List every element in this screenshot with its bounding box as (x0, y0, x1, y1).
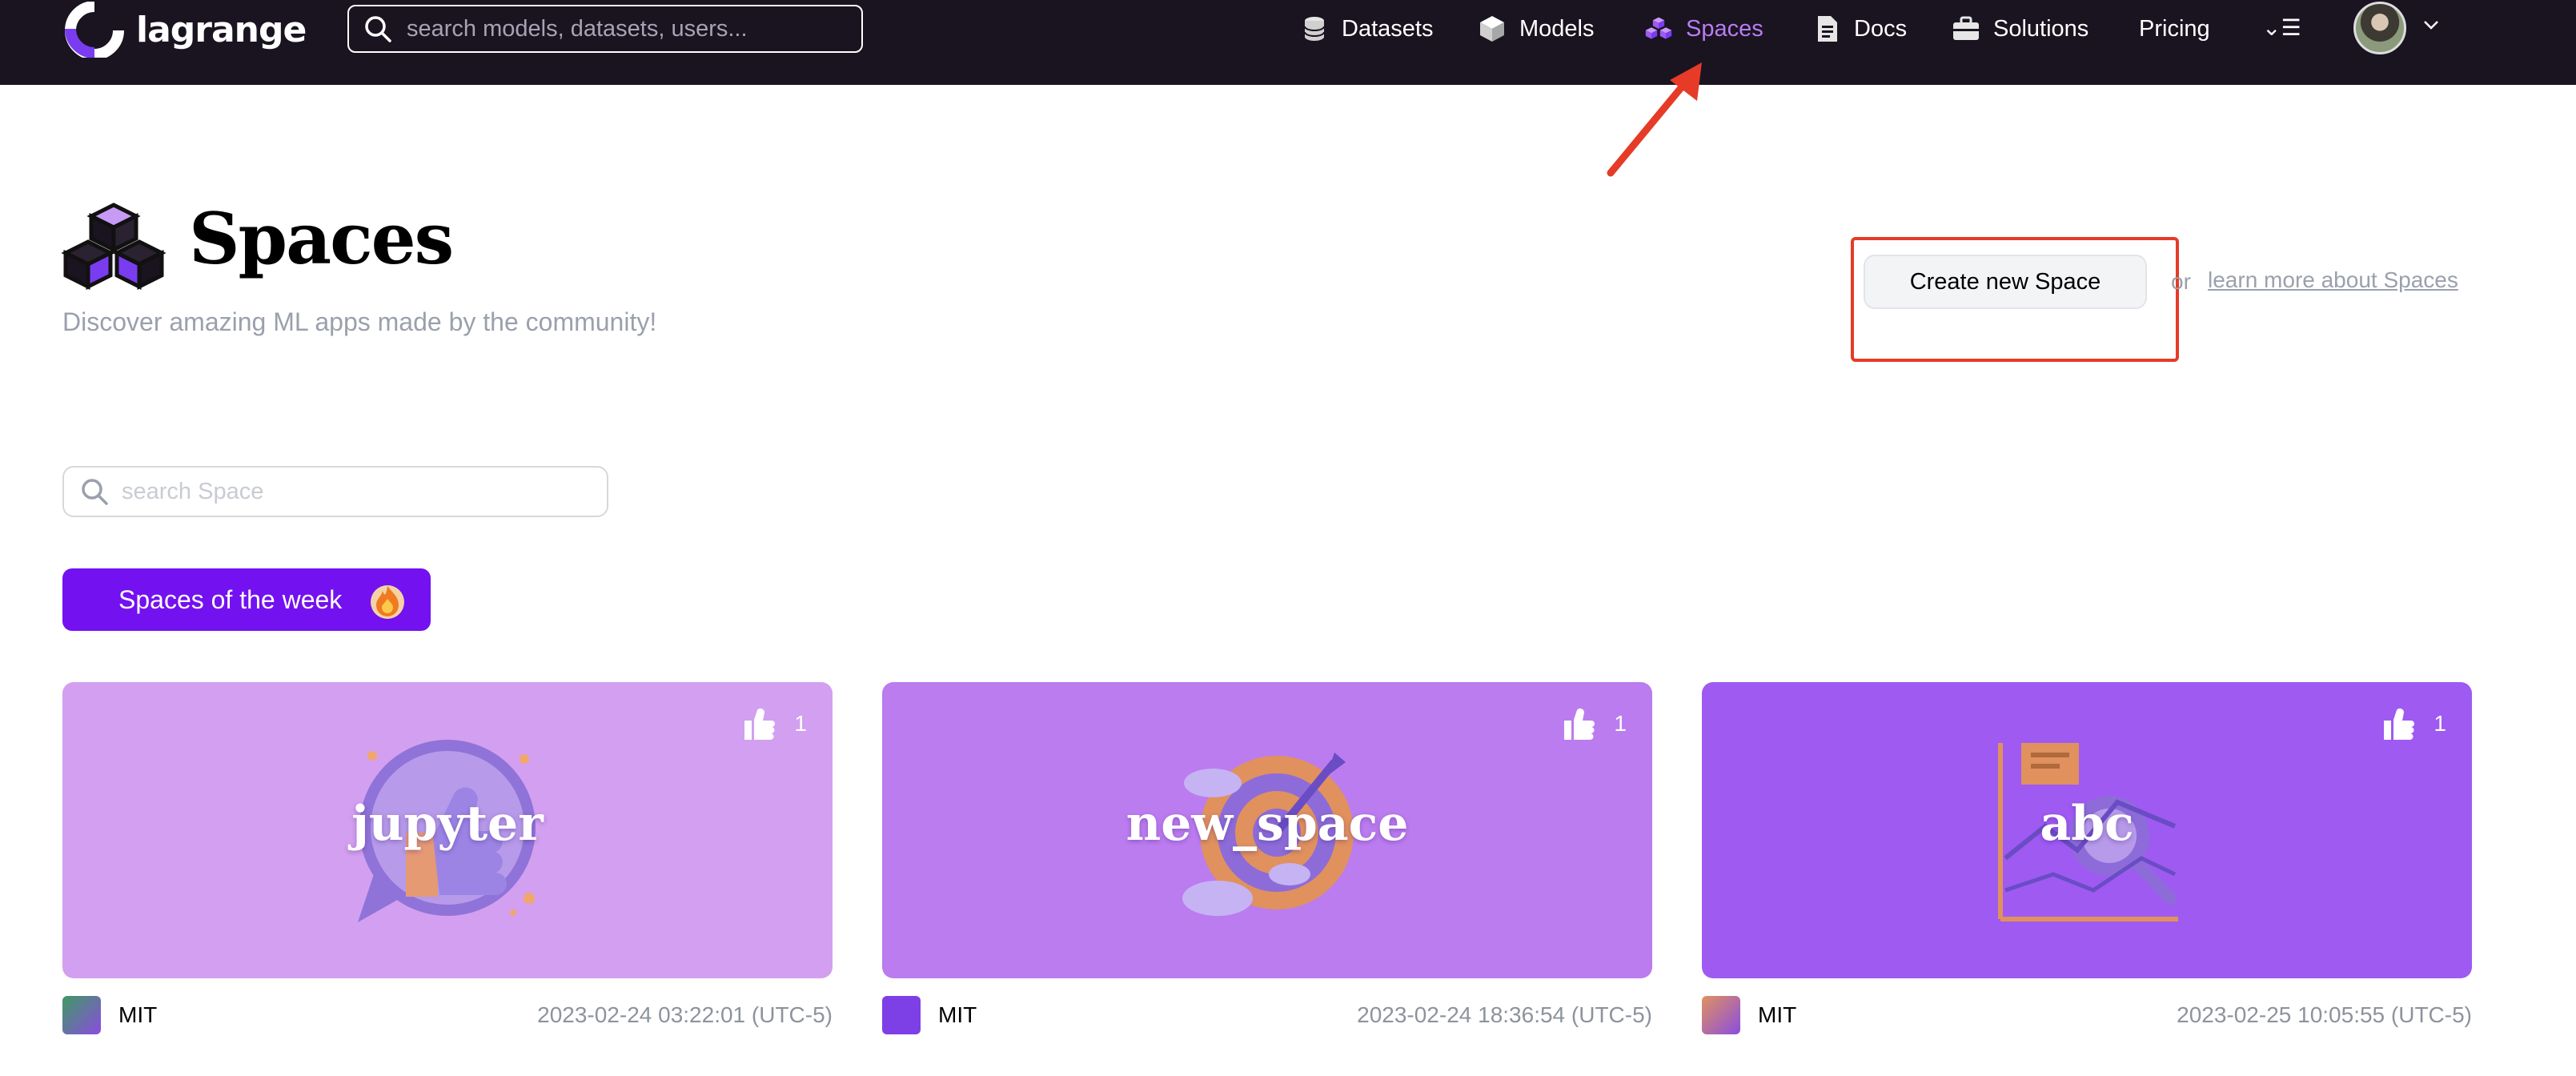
thumbs-up-icon (2384, 709, 2415, 741)
nav-docs[interactable]: Docs (1812, 13, 1907, 45)
license-label: MIT (1758, 1002, 1797, 1027)
create-new-space-button[interactable]: Create new Space (1864, 255, 2147, 309)
chevron-down-icon[interactable] (2422, 16, 2440, 34)
search-icon (365, 16, 391, 42)
space-search-input[interactable] (120, 477, 588, 506)
nav-models[interactable]: Models (1478, 13, 1595, 45)
nav-datasets-label: Datasets (1342, 15, 1434, 42)
like-count: 1 (2434, 711, 2446, 736)
space-card-abc[interactable]: 1 abc (1702, 682, 2472, 978)
spaces-of-the-week-label: Spaces of the week (118, 584, 343, 614)
like-count: 1 (1614, 711, 1627, 736)
spaces-icon (1645, 17, 1672, 39)
space-card-jupyter[interactable]: 1 jupyter (62, 682, 833, 978)
author-avatar (1702, 996, 1740, 1034)
brand-logo[interactable]: lagrange (62, 2, 307, 58)
page-title: Spaces (189, 197, 454, 280)
thumbs-up-icon (744, 709, 776, 741)
license-label: MIT (938, 1002, 977, 1027)
nav-spaces[interactable]: Spaces (1644, 13, 1763, 45)
brand-name: lagrange (136, 9, 307, 50)
more-menu-icon[interactable]: ⌄☰ (2262, 14, 2301, 41)
like-control[interactable]: 1 (743, 706, 807, 741)
space-card-title: new_space (1125, 796, 1409, 852)
nav-docs-label: Docs (1854, 15, 1908, 42)
annotation-arrow-icon (1607, 62, 1702, 177)
nav-solutions[interactable]: Solutions (1952, 13, 2088, 45)
spaces-of-the-week-button[interactable]: Spaces of the week (62, 568, 431, 631)
lagrange-logo-icon (65, 2, 124, 58)
briefcase-icon (1953, 16, 1979, 40)
page-subtitle: Discover amazing ML apps made by the com… (62, 307, 657, 336)
nav-models-label: Models (1519, 15, 1595, 42)
spaces-hero-icon (61, 203, 167, 290)
updated-date: 2023-02-24 03:22:01 (UTC-5) (537, 1002, 833, 1027)
space-search[interactable] (62, 466, 608, 517)
like-control[interactable]: 1 (1563, 706, 1627, 741)
cube-icon (1480, 16, 1504, 42)
nav-pricing[interactable]: Pricing (2139, 13, 2210, 45)
thumbs-up-icon (1564, 709, 1595, 741)
license-label: MIT (118, 1002, 158, 1027)
nav-datasets[interactable]: Datasets (1300, 13, 1433, 45)
user-avatar[interactable] (2353, 2, 2406, 54)
space-card-title: abc (2040, 796, 2134, 852)
author-avatar (62, 996, 101, 1034)
space-card-title: jupyter (351, 796, 544, 852)
author-avatar (882, 996, 921, 1034)
space-card-meta: MIT 2023-02-24 18:36:54 (UTC-5) (882, 996, 1652, 1034)
space-card-meta: MIT 2023-02-24 03:22:01 (UTC-5) (62, 996, 833, 1034)
database-icon (1304, 17, 1325, 41)
space-card-meta: MIT 2023-02-25 10:05:55 (UTC-5) (1702, 996, 2472, 1034)
updated-date: 2023-02-24 18:36:54 (UTC-5) (1357, 1002, 1652, 1027)
global-search-input[interactable] (405, 14, 841, 43)
updated-date: 2023-02-25 10:05:55 (UTC-5) (2177, 1002, 2472, 1027)
learn-more-link[interactable]: learn more about Spaces (2208, 267, 2458, 293)
nav-solutions-label: Solutions (1993, 15, 2089, 42)
space-card-new-space[interactable]: 1 new_space (882, 682, 1652, 978)
nav-pricing-label: Pricing (2139, 15, 2210, 42)
fire-icon (371, 585, 404, 619)
top-navbar: lagrange Datasets Models (0, 0, 2576, 85)
like-count: 1 (794, 711, 807, 736)
or-separator: or (2171, 269, 2191, 294)
document-icon (1818, 16, 1837, 42)
global-search[interactable] (347, 5, 863, 53)
like-control[interactable]: 1 (2382, 706, 2446, 741)
search-icon (82, 479, 108, 505)
nav-spaces-label: Spaces (1686, 15, 1763, 42)
